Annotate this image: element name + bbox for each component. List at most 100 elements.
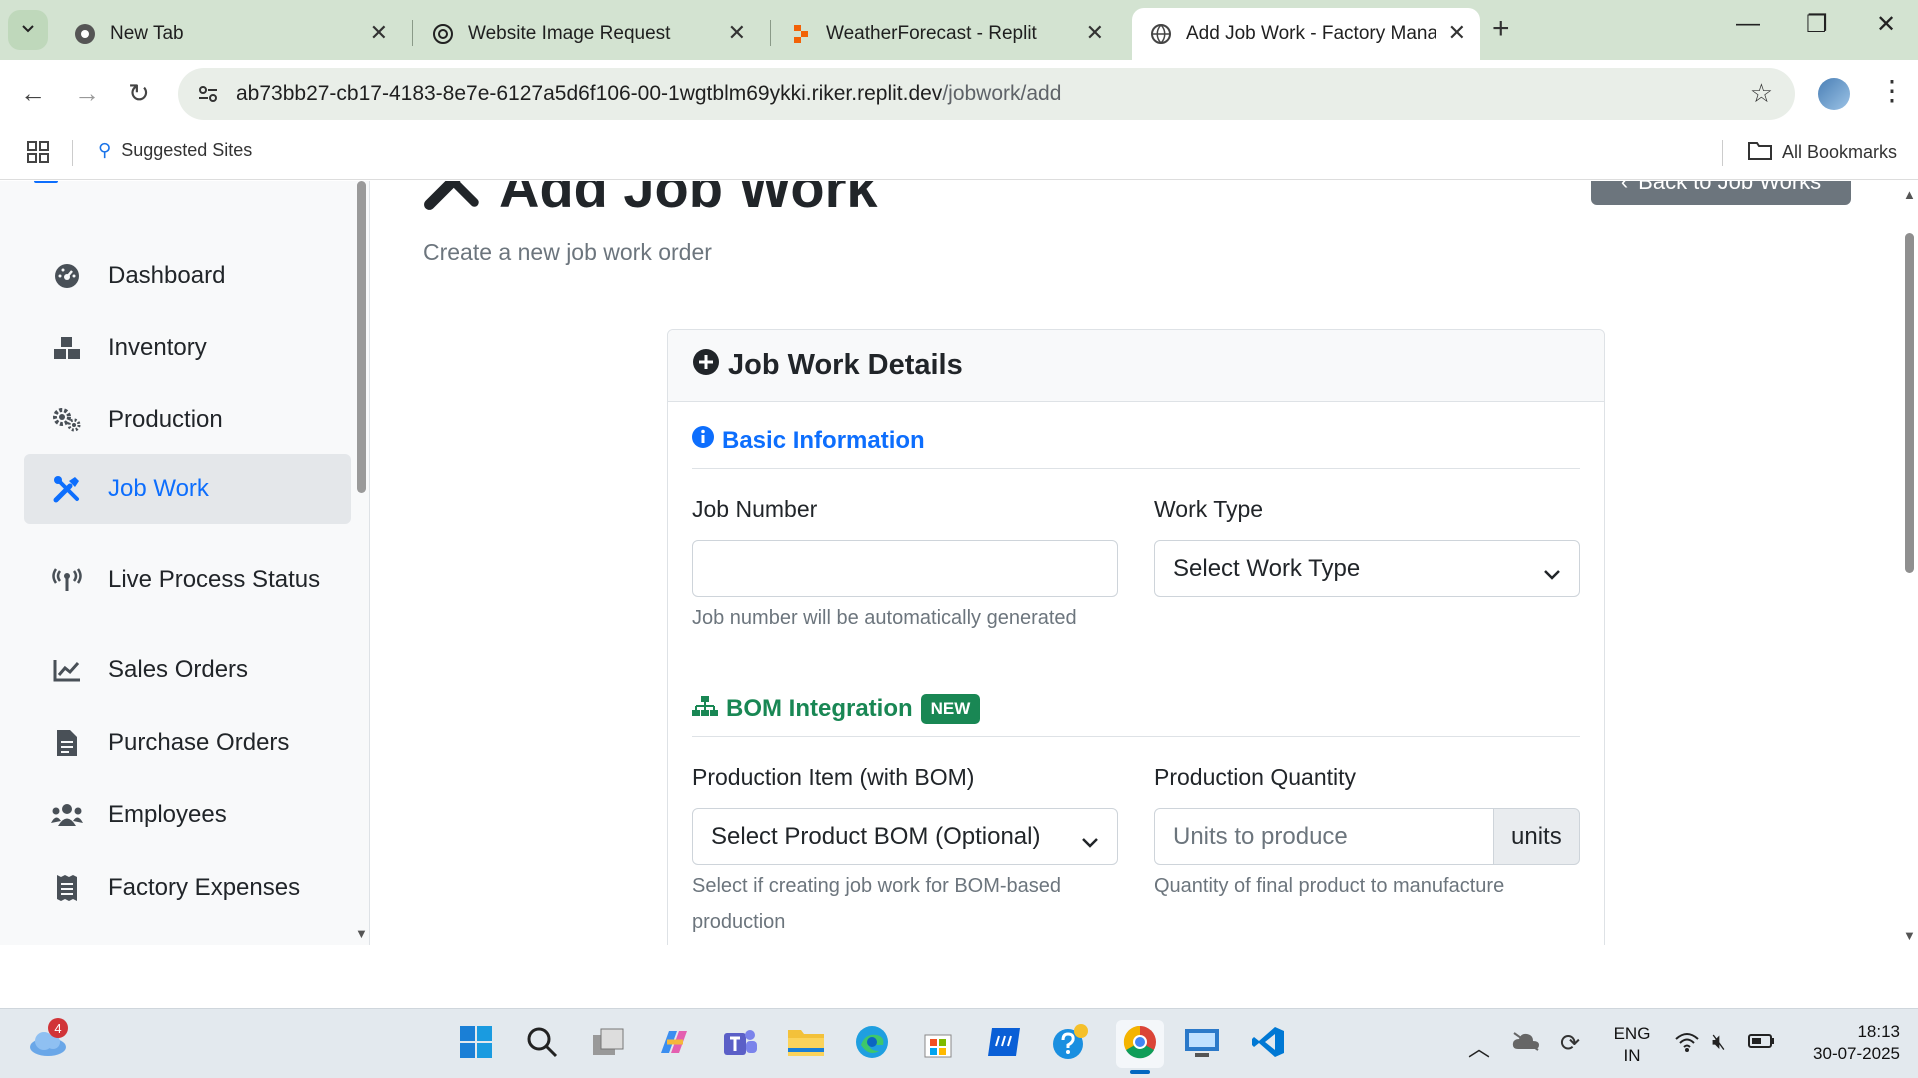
vscode-icon [1251, 1025, 1285, 1064]
remote-desktop-button[interactable] [1182, 1024, 1222, 1064]
work-type-select[interactable]: Select Work Type [1154, 540, 1580, 597]
copilot-button[interactable] [654, 1024, 694, 1064]
language-indicator[interactable]: ENG IN [1612, 1023, 1652, 1067]
page-subtitle: Create a new job work order [423, 239, 712, 265]
sidebar-item-production[interactable]: Production [24, 385, 351, 455]
wifi-icon[interactable] [1674, 1031, 1700, 1058]
close-tab-icon[interactable]: ✕ [1448, 20, 1466, 46]
new-tab-button[interactable]: + [1492, 12, 1510, 46]
plus-circle-icon [692, 348, 720, 384]
speaker-muted-icon[interactable]: 🔇︎ [1712, 1029, 1726, 1055]
help-button[interactable] [1050, 1023, 1090, 1064]
tab-website-image-request[interactable]: Website Image Request ✕ [414, 8, 760, 60]
folder-icon [787, 1026, 825, 1063]
onedrive-icon[interactable] [1512, 1031, 1540, 1056]
weather-widget[interactable]: 4 [28, 1018, 68, 1064]
tab-add-job-work[interactable]: Add Job Work - Factory Manage ✕ [1132, 8, 1480, 60]
sidebar-scrollbar[interactable]: ▼ [353, 181, 370, 945]
sidebar-item-job-work[interactable]: Job Work [24, 454, 351, 524]
tab-title: WeatherForecast - Replit [826, 23, 1037, 44]
tab-search-button[interactable] [8, 10, 48, 50]
suggested-sites-bookmark[interactable]: ⚲ Suggested Sites [98, 140, 252, 161]
sidebar-item-factory-expenses[interactable]: Factory Expenses [24, 853, 351, 923]
browser-toolbar: ← → ↻ ab73bb27-cb17-4183-8e7e-6127a5d6f1… [0, 60, 1918, 126]
teams-button[interactable] [720, 1024, 760, 1064]
tab-title: Website Image Request [468, 23, 671, 44]
sidebar-item-label: Inventory [108, 334, 207, 361]
bookmark-star-icon[interactable]: ☆ [1750, 78, 1773, 109]
divider [1722, 140, 1723, 166]
sidebar: Dashboard Inventory Production Job Work [0, 181, 370, 945]
notification-badge: 4 [48, 1018, 68, 1038]
production-item-select[interactable]: Select Product BOM (Optional) [692, 808, 1118, 865]
edge-button[interactable] [852, 1024, 892, 1064]
sidebar-item-purchase-orders[interactable]: Purchase Orders [24, 708, 351, 778]
sidebar-item-dashboard[interactable]: Dashboard [24, 241, 351, 311]
sidebar-item-sales-orders[interactable]: Sales Orders [24, 635, 351, 705]
page-scrollbar[interactable]: ▲ ▼ [1901, 181, 1918, 945]
scroll-down-arrow-icon[interactable]: ▼ [1903, 928, 1916, 943]
myhp-button[interactable] [984, 1024, 1024, 1064]
close-tab-icon[interactable]: ✕ [370, 20, 388, 46]
globe-icon [1150, 23, 1172, 45]
production-quantity-input[interactable]: Units to produce [1154, 808, 1494, 865]
battery-icon[interactable] [1748, 1033, 1776, 1054]
task-view-icon [591, 1027, 625, 1062]
address-bar[interactable]: ab73bb27-cb17-4183-8e7e-6127a5d6f106-00-… [178, 68, 1795, 120]
info-circle-icon [692, 426, 714, 455]
section-divider [692, 736, 1580, 737]
language-line: IN [1623, 1046, 1641, 1065]
active-indicator [1130, 1070, 1150, 1074]
search-icon: ⚲ [98, 140, 112, 160]
production-quantity-label: Production Quantity [1154, 764, 1357, 790]
start-button[interactable] [456, 1024, 496, 1064]
scroll-down-arrow-icon[interactable]: ▼ [355, 926, 368, 941]
arrow-left-icon: ‹ [1620, 181, 1629, 194]
tab-weatherforecast-replit[interactable]: WeatherForecast - Replit ✕ [772, 8, 1118, 60]
more-menu-icon[interactable]: ⋮ [1878, 74, 1906, 107]
tab-title: Add Job Work - Factory Manage [1186, 23, 1436, 44]
tab-new-tab[interactable]: New Tab ✕ [56, 8, 402, 60]
all-bookmarks-button[interactable]: All Bookmarks [1748, 140, 1897, 165]
sync-icon[interactable]: ⟳ [1560, 1029, 1580, 1058]
sidebar-item-live-process-status[interactable]: Live Process Status [24, 545, 351, 615]
job-number-input[interactable] [692, 540, 1118, 597]
clock[interactable]: 18:13 30-07-2025 [1796, 1021, 1900, 1065]
back-arrow-icon[interactable]: ← [20, 78, 46, 109]
production-quantity-help: Quantity of final product to manufacture [1154, 875, 1505, 897]
file-explorer-button[interactable] [786, 1024, 826, 1064]
sidebar-item-label: Factory Expenses [108, 874, 301, 901]
receipt-icon [50, 874, 84, 902]
scrollbar-thumb[interactable] [1905, 233, 1914, 573]
scroll-up-arrow-icon[interactable]: ▲ [1903, 187, 1916, 202]
site-settings-icon[interactable] [196, 82, 220, 111]
close-tab-icon[interactable]: ✕ [1086, 20, 1104, 46]
taskbar-search[interactable] [522, 1024, 562, 1064]
sidebar-item-inventory[interactable]: Inventory [24, 313, 351, 383]
forward-arrow-icon[interactable]: → [74, 78, 100, 109]
app-viewport: Dashboard Inventory Production Job Work [0, 181, 1918, 945]
help-line: production [692, 911, 786, 933]
close-tab-icon[interactable]: ✕ [728, 20, 746, 46]
close-window-button[interactable]: ✕ [1876, 10, 1896, 39]
folder-icon [1748, 140, 1772, 165]
windows-icon [459, 1025, 493, 1064]
restore-button[interactable]: ❐ [1806, 10, 1828, 39]
task-view-button[interactable] [588, 1024, 628, 1064]
back-to-job-works-button[interactable]: ‹ Back to Job Works [1591, 181, 1851, 205]
profile-avatar[interactable] [1818, 78, 1850, 110]
show-hidden-icons-chevron-icon[interactable]: ︿ [1468, 1031, 1490, 1063]
vscode-button[interactable] [1248, 1024, 1288, 1064]
chrome-taskbar-button[interactable] [1116, 1020, 1164, 1074]
minimize-button[interactable]: — [1736, 10, 1760, 38]
microsoft-store-button[interactable] [918, 1024, 958, 1064]
help-line: Select if creating job work for BOM-base… [692, 875, 1062, 897]
sidebar-item-employees[interactable]: Employees [24, 780, 351, 850]
scrollbar-thumb[interactable] [357, 181, 366, 493]
apps-grid-icon[interactable] [26, 140, 50, 169]
copilot-icon [657, 1027, 691, 1062]
sidebar-item-label: Live Process Status [108, 566, 321, 593]
chevron-down-icon [1543, 561, 1561, 589]
reload-icon[interactable]: ↻ [128, 78, 150, 109]
store-icon [921, 1025, 955, 1064]
